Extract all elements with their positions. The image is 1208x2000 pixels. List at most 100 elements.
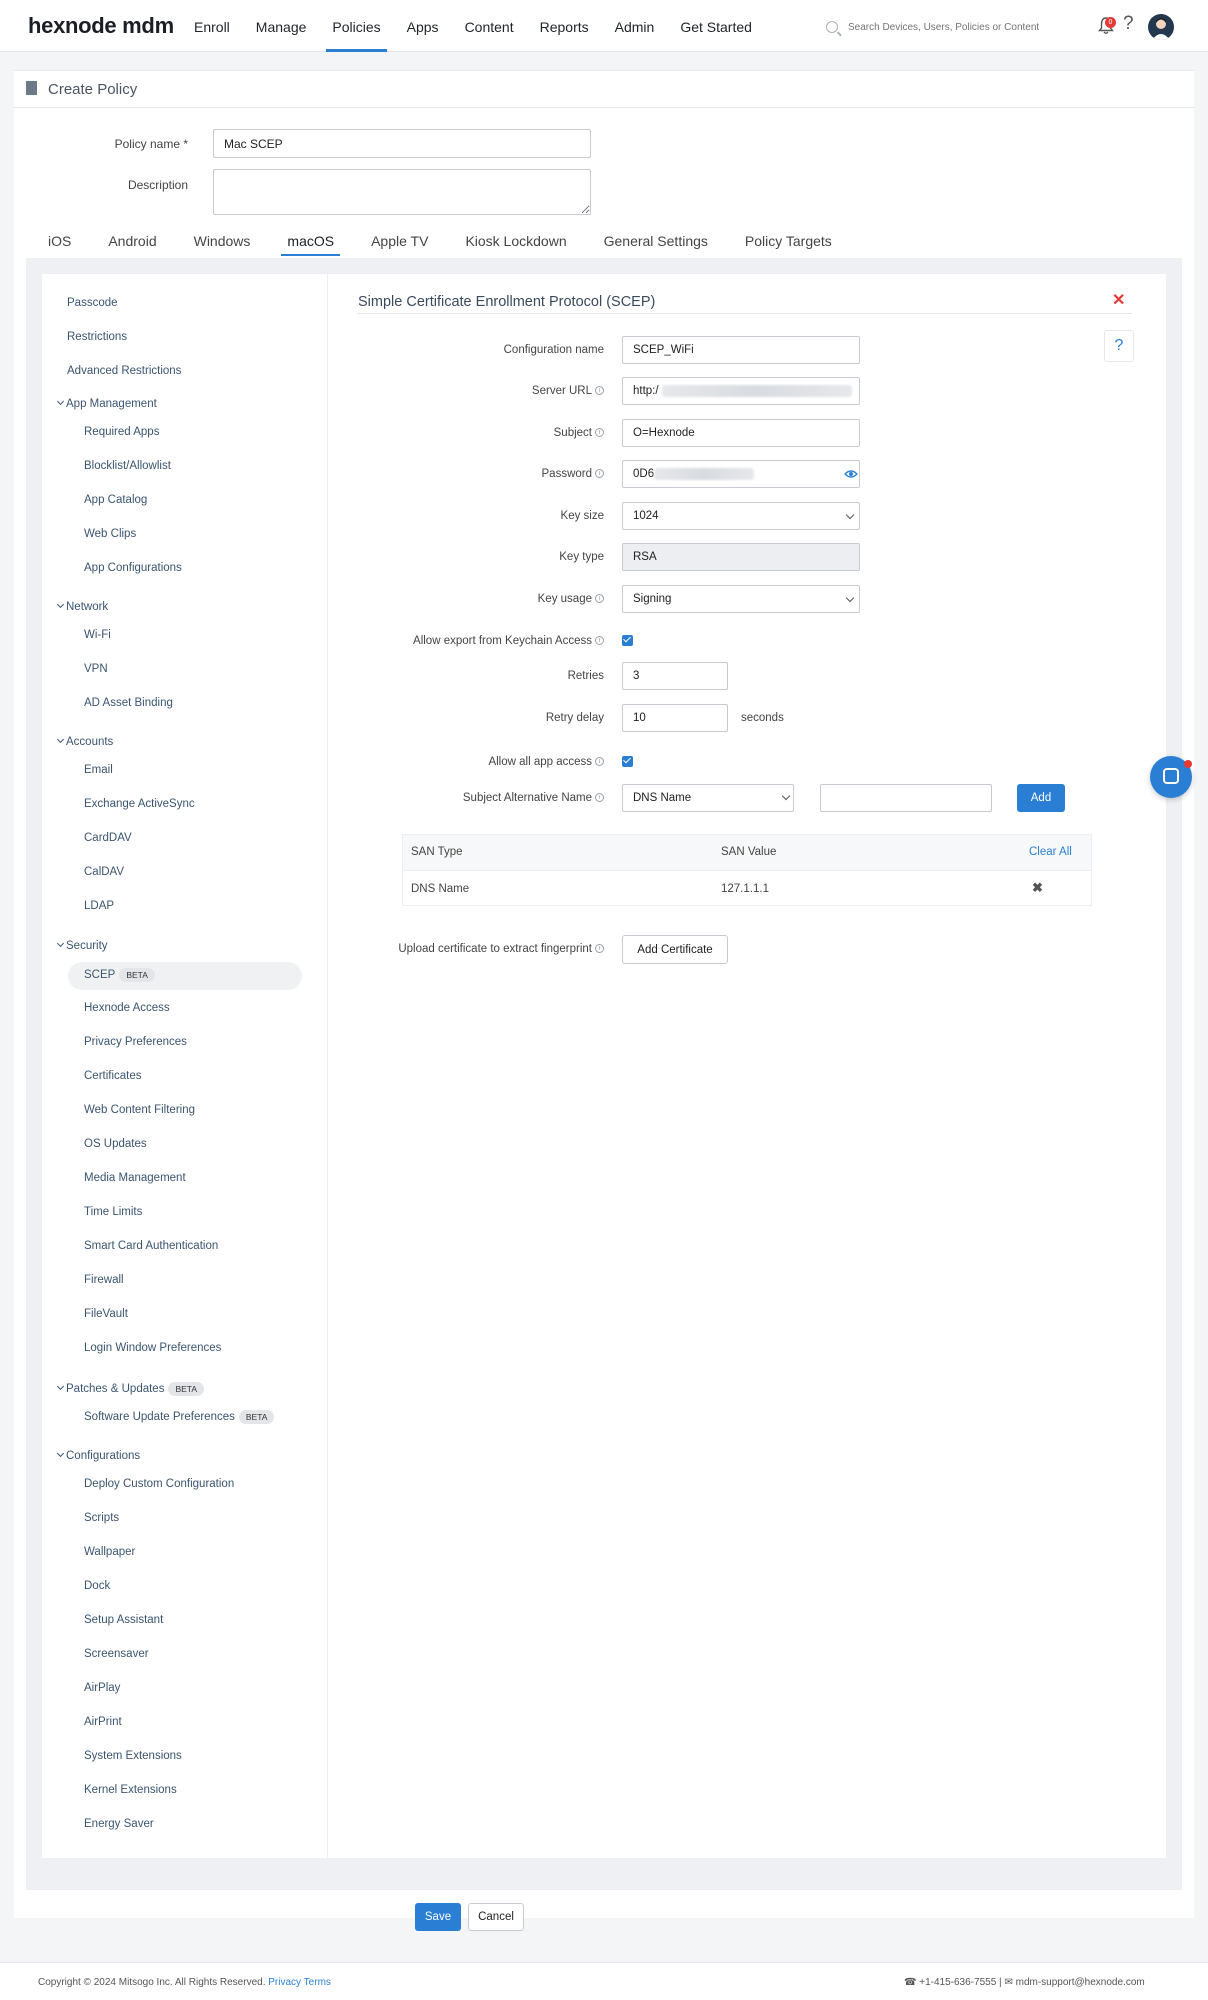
sidebar-item-ad-asset-binding[interactable]: AD Asset Binding xyxy=(84,697,173,709)
nav-get-started[interactable]: Get Started xyxy=(680,0,752,52)
sidebar-item-setup-assistant[interactable]: Setup Assistant xyxy=(84,1614,163,1626)
key-size-select[interactable]: 1024 xyxy=(622,502,860,530)
tab-android[interactable]: Android xyxy=(108,230,156,260)
cancel-button[interactable]: Cancel xyxy=(468,1903,524,1931)
key-usage-select[interactable]: Signing xyxy=(622,585,860,613)
allow-export-checkbox[interactable] xyxy=(622,635,633,646)
sidebar-item-screensaver[interactable]: Screensaver xyxy=(84,1648,149,1660)
sidebar-item-login-window-preferences[interactable]: Login Window Preferences xyxy=(84,1342,221,1354)
nav-content[interactable]: Content xyxy=(465,0,514,52)
sidebar-group-configurations[interactable]: Configurations xyxy=(56,1449,140,1462)
key-type-label: Key type xyxy=(559,551,604,563)
sidebar-item-dock[interactable]: Dock xyxy=(84,1580,110,1592)
sidebar-item-deploy-custom-configuration[interactable]: Deploy Custom Configuration xyxy=(84,1478,234,1490)
sidebar-group-network[interactable]: Network xyxy=(56,600,108,613)
sidebar-item-web-content-filtering[interactable]: Web Content Filtering xyxy=(84,1104,195,1116)
chevron-down-icon xyxy=(56,735,65,744)
sidebar-item-wifi[interactable]: Wi-Fi xyxy=(84,629,111,641)
footer-separator: | xyxy=(999,1977,1002,1988)
sidebar-item-energy-saver[interactable]: Energy Saver xyxy=(84,1818,154,1830)
add-certificate-button[interactable]: Add Certificate xyxy=(622,935,728,964)
save-button[interactable]: Save xyxy=(415,1903,461,1931)
san-row-type: DNS Name xyxy=(411,883,470,895)
san-value-header: SAN Value xyxy=(721,846,777,858)
help-button[interactable]: ? xyxy=(1104,330,1134,362)
sidebar-item-vpn[interactable]: VPN xyxy=(84,663,108,675)
sidebar-item-wallpaper[interactable]: Wallpaper xyxy=(84,1546,135,1558)
retries-input[interactable] xyxy=(622,662,728,690)
sidebar-item-time-limits[interactable]: Time Limits xyxy=(84,1206,142,1218)
sidebar-item-required-apps[interactable]: Required Apps xyxy=(84,426,159,438)
sidebar-item-certificates[interactable]: Certificates xyxy=(84,1070,142,1082)
clear-all-link[interactable]: Clear All xyxy=(1029,846,1072,858)
help-icon[interactable]: ? xyxy=(1123,13,1134,35)
sidebar-group-app-management[interactable]: App Management xyxy=(56,397,157,410)
sidebar-item-os-updates[interactable]: OS Updates xyxy=(84,1138,147,1150)
beta-badge: BETA xyxy=(168,1382,205,1396)
sidebar-item-system-extensions[interactable]: System Extensions xyxy=(84,1750,182,1762)
redacted-blur xyxy=(662,385,852,397)
sidebar-group-patches-updates[interactable]: Patches & Updates BETA xyxy=(56,1382,205,1396)
allow-all-app-checkbox[interactable] xyxy=(622,756,633,767)
avatar[interactable] xyxy=(1148,14,1174,40)
sidebar-item-privacy-preferences[interactable]: Privacy Preferences xyxy=(84,1036,187,1048)
tab-kiosk-lockdown[interactable]: Kiosk Lockdown xyxy=(465,230,566,260)
nav-policies[interactable]: Policies xyxy=(326,0,387,52)
tab-ios[interactable]: iOS xyxy=(48,230,71,260)
sidebar-item-blocklist-allowlist[interactable]: Blocklist/Allowlist xyxy=(84,460,171,472)
sidebar-item-software-update-preferences[interactable]: Software Update Preferences BETA xyxy=(84,1410,275,1424)
sidebar-item-kernel-extensions[interactable]: Kernel Extensions xyxy=(84,1784,177,1796)
sidebar-item-firewall[interactable]: Firewall xyxy=(84,1274,124,1286)
add-san-button[interactable]: Add xyxy=(1017,784,1065,812)
close-icon[interactable]: ✕ xyxy=(1112,290,1125,310)
sidebar-item-scripts[interactable]: Scripts xyxy=(84,1512,119,1524)
tab-policy-targets[interactable]: Policy Targets xyxy=(745,230,832,260)
sidebar-item-advanced-restrictions[interactable]: Advanced Restrictions xyxy=(67,365,181,377)
terms-link[interactable]: Terms xyxy=(304,1977,331,1988)
sidebar-item-caldav[interactable]: CalDAV xyxy=(84,866,124,878)
nav-enroll[interactable]: Enroll xyxy=(194,0,230,52)
sidebar-item-email[interactable]: Email xyxy=(84,764,113,776)
sidebar-item-media-management[interactable]: Media Management xyxy=(84,1172,186,1184)
hexnode-logo[interactable]: hexnode mdm xyxy=(28,13,174,39)
sidebar-item-passcode[interactable]: Passcode xyxy=(67,297,118,309)
eye-icon[interactable] xyxy=(844,469,858,479)
sidebar-group-security[interactable]: Security xyxy=(56,939,108,952)
sidebar-item-web-clips[interactable]: Web Clips xyxy=(84,528,136,540)
tab-general-settings[interactable]: General Settings xyxy=(604,230,708,260)
search-input[interactable] xyxy=(848,21,1048,33)
sidebar-item-hexnode-access[interactable]: Hexnode Access xyxy=(84,1002,170,1014)
sidebar-item-airplay[interactable]: AirPlay xyxy=(84,1682,120,1694)
sidebar-group-accounts[interactable]: Accounts xyxy=(56,735,113,748)
policy-name-input[interactable] xyxy=(213,129,591,158)
retry-delay-label: Retry delay xyxy=(545,712,604,724)
sidebar-item-exchange-activesync[interactable]: Exchange ActiveSync xyxy=(84,798,195,810)
retry-delay-input[interactable] xyxy=(622,704,728,732)
config-name-input[interactable] xyxy=(622,336,860,364)
support-email[interactable]: mdm-support@hexnode.com xyxy=(1016,1977,1145,1988)
sidebar-item-app-configurations[interactable]: App Configurations xyxy=(84,562,182,574)
delete-row-icon[interactable]: ✖ xyxy=(1032,880,1043,896)
privacy-link[interactable]: Privacy xyxy=(268,1977,301,1988)
sidebar-item-filevault[interactable]: FileVault xyxy=(84,1308,128,1320)
san-type-select[interactable]: DNS Name xyxy=(622,784,794,812)
san-value-input[interactable] xyxy=(820,784,992,812)
tab-windows[interactable]: Windows xyxy=(194,230,251,260)
sidebar-item-ldap[interactable]: LDAP xyxy=(84,900,114,912)
description-textarea[interactable] xyxy=(213,169,591,215)
sidebar-item-smart-card-authentication[interactable]: Smart Card Authentication xyxy=(84,1240,218,1252)
sidebar-item-scep[interactable]: SCEP BETA xyxy=(84,968,155,982)
tab-apple-tv[interactable]: Apple TV xyxy=(371,230,428,260)
nav-admin[interactable]: Admin xyxy=(615,0,655,52)
beta-badge: BETA xyxy=(238,1410,275,1424)
nav-manage[interactable]: Manage xyxy=(256,0,307,52)
sidebar-item-app-catalog[interactable]: App Catalog xyxy=(84,494,147,506)
sidebar-item-restrictions[interactable]: Restrictions xyxy=(67,331,127,343)
subject-input[interactable] xyxy=(622,419,860,447)
nav-reports[interactable]: Reports xyxy=(540,0,589,52)
sidebar-item-carddav[interactable]: CardDAV xyxy=(84,832,132,844)
sidebar-item-airprint[interactable]: AirPrint xyxy=(84,1716,122,1728)
tab-macos[interactable]: macOS xyxy=(281,230,340,260)
policy-sidebar: Passcode Restrictions Advanced Restricti… xyxy=(42,274,328,1858)
nav-apps[interactable]: Apps xyxy=(407,0,439,52)
